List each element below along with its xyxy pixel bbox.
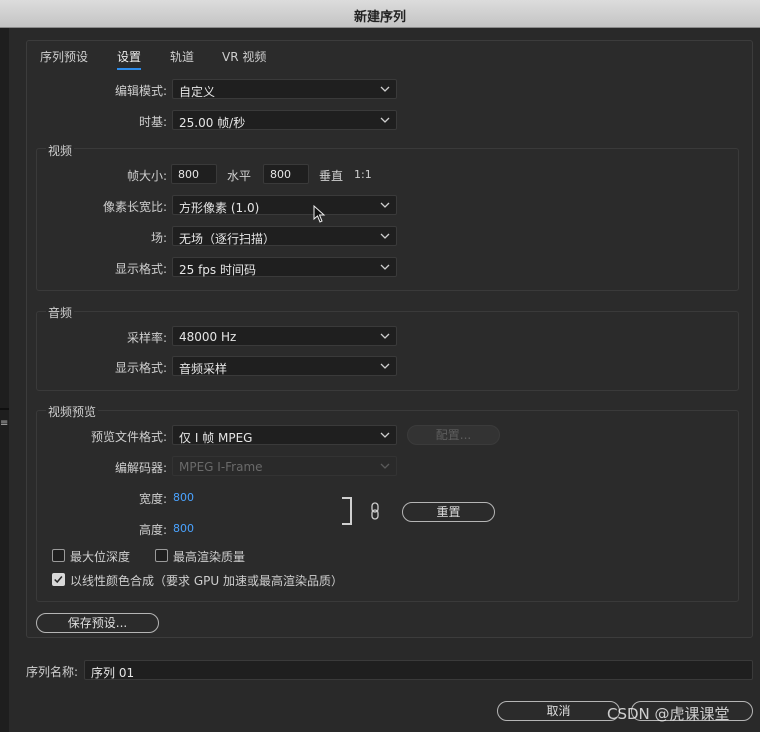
codec-label: 编解码器: [114,461,167,475]
chevron-down-icon [380,233,390,239]
fields-dropdown[interactable]: 无场（逐行扫描） [172,226,397,246]
sequence-name-value: 序列 01 [91,666,135,680]
audio-display-format-value: 音频采样 [179,362,228,376]
tab-sequence-presets[interactable]: 序列预设 [40,48,88,65]
tab-tracks[interactable]: 轨道 [170,48,194,65]
window-title: 新建序列 [353,10,406,25]
pixel-aspect-label: 像素长宽比: [102,200,167,214]
frame-width-value: 800 [178,168,199,181]
timebase-label: 时基: [138,115,167,129]
frame-height-input[interactable]: 800 [263,164,309,184]
audio-display-format-label: 显示格式: [114,361,167,375]
max-render-quality-label: 最高渲染质量 [173,550,246,564]
timebase-dropdown[interactable]: 25.00 帧/秒 [172,110,397,130]
vertical-label: 垂直 [319,169,344,183]
video-group-title: 视频 [46,142,75,159]
cancel-button[interactable]: 取消 [497,701,620,721]
tab-vr-video[interactable]: VR 视频 [222,48,266,65]
sequence-name-label: 序列名称: [26,665,79,679]
preview-width-value[interactable]: 800 [173,491,194,504]
audio-group [36,311,739,391]
pixel-aspect-dropdown[interactable]: 方形像素 (1.0) [172,195,397,215]
preview-height-value[interactable]: 800 [173,522,194,535]
sequence-name-input[interactable]: 序列 01 [84,660,753,680]
chevron-down-icon [380,333,390,339]
left-strip-divider [0,408,9,410]
edit-mode-label: 编辑模式: [114,84,167,98]
sample-rate-dropdown[interactable]: 48000 Hz [172,326,397,346]
preview-file-format-dropdown[interactable]: 仅 I 帧 MPEG [172,425,397,445]
max-bit-depth-checkbox[interactable] [52,549,65,562]
chevron-down-icon [380,86,390,92]
sample-rate-value: 48000 Hz [179,330,237,344]
sample-rate-label: 采样率: [126,331,167,345]
frame-height-value: 800 [270,168,291,181]
title-bar: 新建序列 [0,0,760,28]
reset-button[interactable]: 重置 [402,502,495,522]
max-render-quality-checkbox[interactable] [155,549,168,562]
tab-settings[interactable]: 设置 [117,48,142,70]
pixel-aspect-value: 方形像素 (1.0) [179,201,260,215]
audio-display-format-dropdown[interactable]: 音频采样 [172,356,397,376]
left-strip: ≡ [0,28,9,732]
codec-dropdown[interactable]: MPEG I-Frame [172,456,397,476]
chevron-down-icon [380,432,390,438]
horizontal-label: 水平 [227,169,252,183]
checkmark-icon [54,576,63,584]
chain-link-icon[interactable] [369,502,381,520]
chevron-down-icon [380,117,390,123]
codec-value: MPEG I-Frame [179,460,263,474]
linear-color-label: 以线性颜色合成（要求 GPU 加速或最高渲染品质） [70,574,343,588]
linear-color-checkbox[interactable] [52,573,65,586]
preview-file-format-label: 预览文件格式: [90,430,167,444]
video-display-format-dropdown[interactable]: 25 fps 时间码 [172,257,397,277]
audio-group-title: 音频 [46,304,75,321]
link-bracket [342,497,352,525]
max-bit-depth-label: 最大位深度 [70,550,131,564]
fields-label: 场: [150,231,167,245]
preview-file-format-value: 仅 I 帧 MPEG [179,431,253,445]
fields-value: 无场（逐行扫描） [179,232,276,246]
timebase-value: 25.00 帧/秒 [179,116,246,130]
chevron-down-icon [380,463,390,469]
mouse-cursor-icon [313,205,326,223]
chevron-down-icon [380,264,390,270]
chevron-down-icon [380,363,390,369]
configure-button[interactable]: 配置... [407,425,500,445]
save-preset-button[interactable]: 保存预设... [36,613,159,633]
video-preview-group-title: 视频预览 [46,403,99,420]
video-display-format-label: 显示格式: [114,262,167,276]
frame-size-label: 帧大小: [126,169,167,183]
preview-width-label: 宽度: [138,492,167,506]
preview-height-label: 高度: [138,523,167,537]
frame-width-input[interactable]: 800 [171,164,217,184]
panel-menu-icon[interactable]: ≡ [0,418,8,429]
chevron-down-icon [380,202,390,208]
watermark: CSDN @虎课课堂 [607,705,730,723]
edit-mode-dropdown[interactable]: 自定义 [172,79,397,99]
aspect-ratio-value: 1:1 [354,168,372,181]
video-display-format-value: 25 fps 时间码 [179,263,256,277]
edit-mode-value: 自定义 [179,85,216,99]
